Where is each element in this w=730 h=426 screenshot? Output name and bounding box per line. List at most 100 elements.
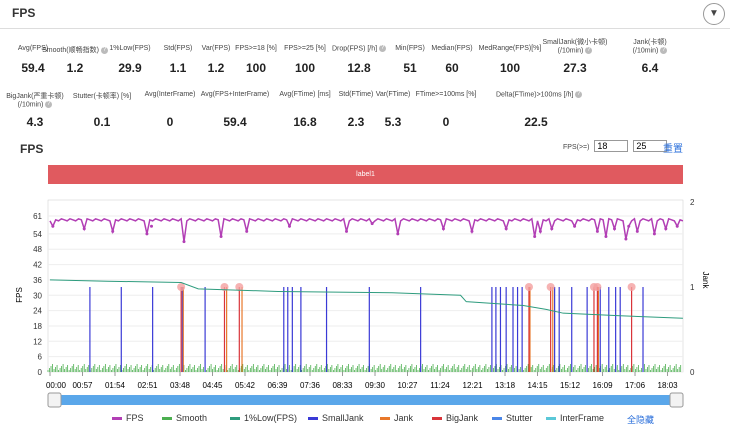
legend-item-stutter[interactable]: Stutter xyxy=(492,413,533,423)
x-tick-label: 15:12 xyxy=(560,381,581,390)
fps-chart: 61 54 48 42 36 30 24 18 12 6 0 2 1 0 FPS Jank 00:00 00:57… xyxy=(15,198,710,408)
legend-swatch xyxy=(492,417,502,421)
fps-point xyxy=(627,224,631,228)
x-tick-label: 14:15 xyxy=(528,381,549,390)
fps-point xyxy=(538,229,542,233)
x-tick-label: 00:57 xyxy=(72,381,93,390)
y-tick-label: 61 xyxy=(33,212,42,221)
legend-label: Smooth xyxy=(176,413,208,423)
fps-point xyxy=(604,234,608,238)
legend-swatch xyxy=(230,417,240,421)
y2-axis-label: Jank xyxy=(701,272,710,290)
fps-line xyxy=(49,217,684,242)
fps-point xyxy=(345,229,349,233)
y2-tick-label: 2 xyxy=(690,198,695,207)
fps-point xyxy=(287,224,291,228)
fps-point xyxy=(550,227,554,231)
fps-point xyxy=(470,229,474,233)
fps-point xyxy=(624,237,628,241)
x-tick-label: 18:03 xyxy=(658,381,679,390)
range-slider-track[interactable] xyxy=(55,395,678,405)
x-tick-label: 09:30 xyxy=(365,381,386,390)
fps-point xyxy=(51,224,55,228)
y-tick-label: 6 xyxy=(38,353,43,362)
x-tick-label: 12:21 xyxy=(463,381,484,390)
fps-point xyxy=(533,234,537,238)
x-tick-label: 11:24 xyxy=(430,381,450,390)
fps-point xyxy=(635,229,639,233)
fps-point xyxy=(396,232,400,236)
fps-point xyxy=(370,222,374,226)
plot-area xyxy=(47,199,684,373)
x-tick-label: 08:33 xyxy=(332,381,353,390)
legend-item-interframe[interactable]: InterFrame xyxy=(546,413,604,423)
x-tick-label: 04:45 xyxy=(202,381,223,390)
low1-line xyxy=(49,279,683,319)
x-tick-label: 06:39 xyxy=(267,381,288,390)
legend-item-bigjank[interactable]: BigJank xyxy=(432,413,478,423)
legend-item-1lowfps[interactable]: 1%Low(FPS) xyxy=(230,413,297,423)
y-tick-label: 36 xyxy=(33,276,42,285)
fps-point xyxy=(441,227,445,231)
x-tick-label: 01:54 xyxy=(105,381,126,390)
legend-label: BigJank xyxy=(446,413,479,423)
y-tick-label: 42 xyxy=(33,261,42,270)
legend-swatch xyxy=(308,417,318,421)
y-tick-label: 18 xyxy=(33,322,42,331)
fps-point xyxy=(245,229,249,233)
fps-point xyxy=(219,234,223,238)
fps-point xyxy=(145,232,149,236)
legend-item-smooth[interactable]: Smooth xyxy=(162,413,207,423)
x-tick-label: 07:36 xyxy=(300,381,321,390)
y-tick-label: 24 xyxy=(33,307,42,316)
hide-all-button[interactable]: 全隐藏 xyxy=(627,413,654,426)
range-slider-handle[interactable] xyxy=(669,392,684,408)
legend-item-fps[interactable]: FPS xyxy=(112,413,144,423)
x-tick-label: 10:27 xyxy=(397,381,418,390)
bigjank-point xyxy=(546,283,555,291)
x-tick-label: 02:51 xyxy=(137,381,158,390)
range-slider-handle[interactable] xyxy=(47,392,62,408)
fps-point xyxy=(652,232,656,236)
y-tick-label: 0 xyxy=(38,368,43,377)
legend-swatch xyxy=(162,417,172,421)
fps-point xyxy=(182,240,186,244)
fps-point xyxy=(595,229,599,233)
bigjank-point xyxy=(177,283,186,291)
x-tick-label: 00:00 xyxy=(46,381,67,390)
x-tick-label: 17:06 xyxy=(625,381,646,390)
fps-point xyxy=(573,224,577,228)
y-tick-label: 30 xyxy=(33,291,42,300)
legend-item-jank[interactable]: Jank xyxy=(380,413,413,423)
legend-swatch xyxy=(112,417,122,421)
y2-tick-label: 1 xyxy=(690,283,695,292)
y-tick-label: 48 xyxy=(33,245,42,254)
legend-label: InterFrame xyxy=(560,413,605,423)
legend-label: 1%Low(FPS) xyxy=(244,413,298,423)
bigjank-point xyxy=(593,283,602,291)
fps-point xyxy=(82,227,86,231)
x-tick-label: 03:48 xyxy=(170,381,191,390)
fps-point xyxy=(504,227,508,231)
legend-item-smalljank[interactable]: SmallJank xyxy=(308,413,364,423)
legend-swatch xyxy=(380,417,390,421)
legend-label: Stutter xyxy=(506,413,533,423)
y-tick-label: 54 xyxy=(33,230,42,239)
legend-swatch xyxy=(546,417,556,421)
bigjank-point xyxy=(524,283,533,291)
x-tick-label: 13:18 xyxy=(495,381,516,390)
fps-point xyxy=(149,224,153,228)
x-tick-label: 05:42 xyxy=(235,381,256,390)
x-tick-label: 16:09 xyxy=(593,381,614,390)
fps-point xyxy=(612,227,616,231)
legend-label: FPS xyxy=(126,413,144,423)
legend-swatch xyxy=(432,417,442,421)
y-axis-label: FPS xyxy=(15,287,24,303)
y-tick-label: 12 xyxy=(33,337,42,346)
y2-tick-label: 0 xyxy=(690,368,695,377)
fps-point xyxy=(664,227,668,231)
fps-point xyxy=(675,224,679,228)
bigjank-point xyxy=(627,283,636,291)
legend-label: Jank xyxy=(394,413,414,423)
fps-point xyxy=(111,229,115,233)
